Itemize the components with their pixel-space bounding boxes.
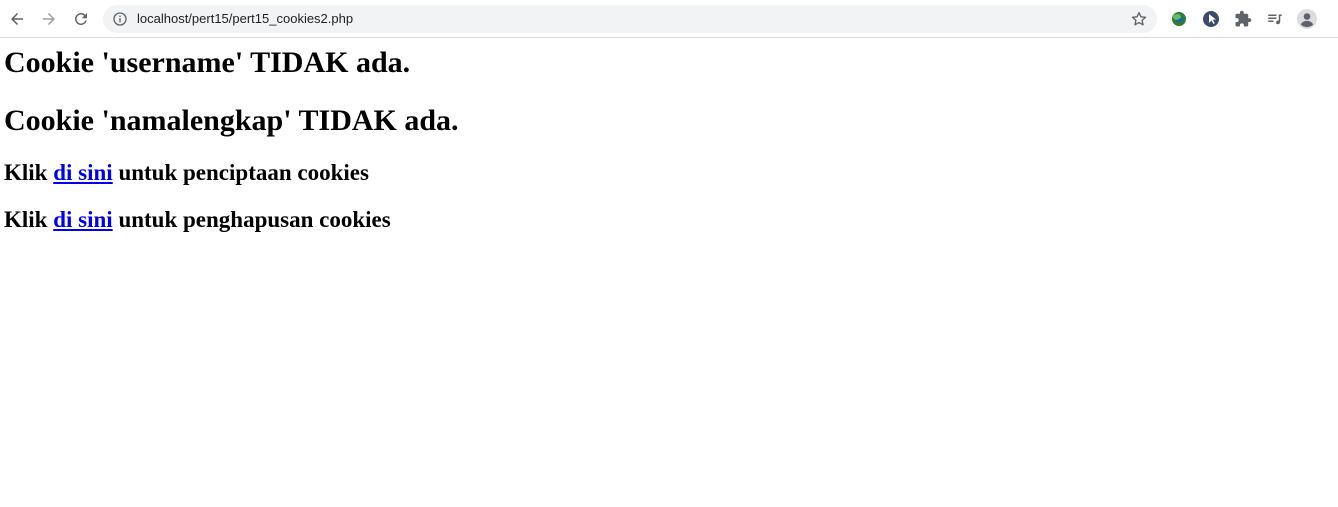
extensions-button[interactable]	[1232, 8, 1254, 30]
reload-icon	[74, 12, 87, 25]
address-bar[interactable]: localhost/pert15/pert15_cookies2.php	[103, 5, 1157, 33]
profile-avatar-icon	[1297, 9, 1317, 29]
browser-toolbar: localhost/pert15/pert15_cookies2.php	[0, 0, 1338, 38]
url-text: localhost/pert15/pert15_cookies2.php	[137, 11, 354, 26]
reload-button[interactable]	[67, 5, 95, 33]
namalengkap-cookie-heading: Cookie 'namalengkap' TIDAK ada.	[4, 104, 459, 137]
site-info-icon[interactable]	[112, 11, 128, 27]
delete-cookies-line: Klik di sini untuk penghapusan cookies	[4, 207, 1334, 233]
forward-button[interactable]	[35, 5, 63, 33]
create-prefix: Klik	[4, 160, 54, 185]
delete-cookies-link[interactable]: di sini	[53, 207, 112, 232]
profile-button[interactable]	[1296, 8, 1318, 30]
create-cookies-link[interactable]: di sini	[53, 160, 112, 185]
back-button[interactable]	[3, 5, 31, 33]
create-suffix: untuk penciptaan cookies	[112, 160, 369, 185]
bookmark-star-icon[interactable]	[1130, 10, 1148, 28]
delete-prefix: Klik	[4, 207, 54, 232]
forward-arrow-icon	[43, 13, 55, 25]
page-content: Cookie 'username' TIDAK ada. Cookie 'nam…	[0, 46, 1338, 233]
cursor-extension-icon	[1203, 11, 1219, 27]
create-cookies-line: Klik di sini untuk penciptaan cookies	[4, 160, 1334, 186]
reading-list-icon	[1268, 14, 1282, 25]
delete-suffix: untuk penghapusan cookies	[112, 207, 391, 232]
username-cookie-heading: Cookie 'username' TIDAK ada.	[4, 46, 411, 79]
back-arrow-icon	[11, 13, 23, 25]
extensions-puzzle-icon	[1235, 10, 1252, 27]
cursor-extension-button[interactable]	[1200, 8, 1222, 30]
reading-list-button[interactable]	[1264, 8, 1286, 30]
idm-extension-icon	[1172, 12, 1186, 26]
idm-extension-button[interactable]	[1168, 8, 1190, 30]
